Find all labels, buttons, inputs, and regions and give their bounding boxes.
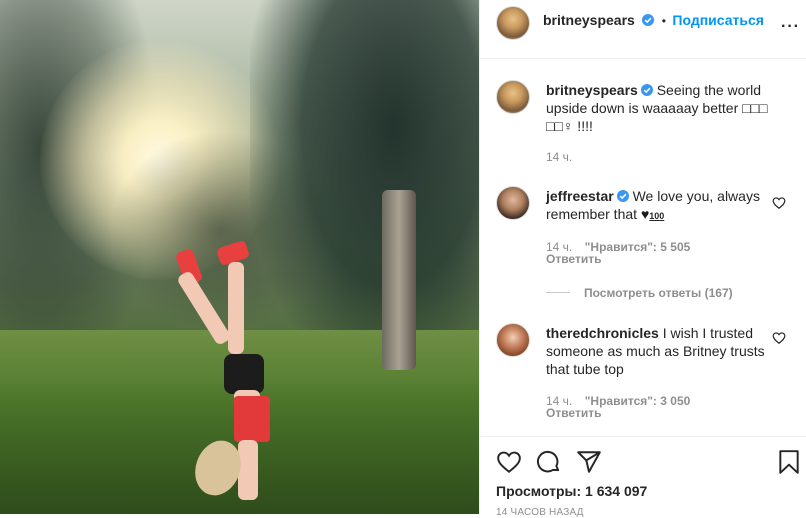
tube-top (234, 396, 270, 442)
follow-button[interactable]: Подписаться (672, 12, 764, 28)
heart-icon[interactable] (496, 449, 522, 475)
post-media-video[interactable] (0, 0, 479, 514)
posted-ago: 14 ЧАСОВ НАЗАД (496, 507, 584, 518)
commenter-avatar[interactable] (496, 186, 530, 220)
reply-button[interactable]: Ответить (546, 406, 601, 420)
separator-dot: • (661, 14, 666, 28)
comment-username[interactable]: theredchronicles (546, 325, 659, 341)
view-count[interactable]: Просмотры: 1 634 097 (496, 483, 647, 499)
tree-trunk (382, 190, 416, 370)
comment-like-heart-icon[interactable] (772, 196, 786, 210)
hundred-emoji: 100 (649, 211, 665, 221)
shorts (224, 354, 264, 394)
author-avatar[interactable] (496, 6, 530, 40)
verified-badge-icon (616, 190, 629, 202)
more-options-icon[interactable]: ··· (781, 18, 800, 36)
post-side-panel: britneyspears • Подписаться ··· britneys… (479, 0, 806, 518)
replies-divider (546, 292, 570, 294)
black-heart-emoji: ♥ (640, 206, 650, 222)
comment-username[interactable]: jeffreestar (546, 188, 614, 204)
author-username[interactable]: britneyspears (543, 12, 635, 28)
tree-foliage-right (250, 0, 479, 380)
share-icon[interactable] (576, 449, 602, 475)
comment-like-heart-icon[interactable] (772, 331, 786, 345)
caption-emoji-2: □□♀ !!!! (546, 118, 593, 134)
post-header: britneyspears • Подписаться ··· (480, 0, 806, 59)
bookmark-icon[interactable] (776, 449, 802, 475)
view-replies-label: Посмотреть ответы (167) (584, 286, 733, 300)
verified-badge-icon (642, 14, 655, 26)
arms (238, 440, 258, 500)
caption-time[interactable]: 14 ч. (546, 150, 572, 164)
caption-avatar[interactable] (496, 80, 530, 114)
verified-badge-icon (640, 84, 653, 96)
commenter-avatar[interactable] (496, 323, 530, 357)
caption-emoji-1: □□□ (742, 100, 768, 116)
reply-button[interactable]: Ответить (546, 252, 601, 266)
right-leg (228, 262, 244, 354)
comment-icon[interactable] (536, 449, 562, 475)
view-replies-button[interactable]: Посмотреть ответы (167) (546, 284, 733, 302)
post-actions-bar: Просмотры: 1 634 097 14 ЧАСОВ НАЗАД (480, 436, 806, 518)
caption-username[interactable]: britneyspears (546, 82, 638, 98)
